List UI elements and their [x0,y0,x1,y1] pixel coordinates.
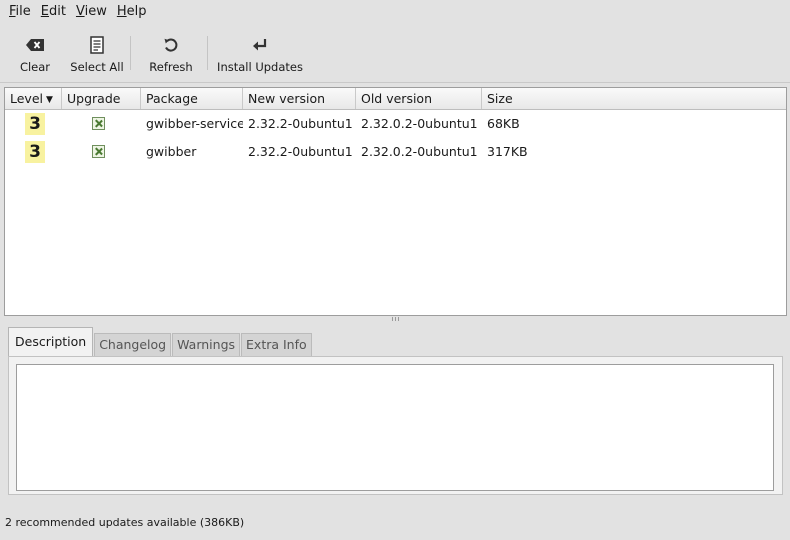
document-list-icon [86,34,108,56]
toolbar-divider [0,82,790,83]
column-header-upgrade[interactable]: Upgrade [62,88,141,109]
updates-list[interactable]: Level ▼ Upgrade Package New version Old v… [4,87,787,316]
package-name: gwibber [146,144,197,159]
refresh-button[interactable]: Refresh [141,28,201,80]
table-row[interactable]: 3 gwibber 2.32.2-0ubuntu1 2.32.0.2-0ubun… [5,138,786,166]
install-updates-button[interactable]: Install Updates [217,28,303,80]
tab-description[interactable]: Description [8,327,94,357]
menu-bar: File Edit View Help [0,0,790,24]
refresh-label: Refresh [149,60,193,74]
column-header-package[interactable]: Package [141,88,243,109]
backspace-icon [24,34,46,56]
status-text: 2 recommended updates available (386KB) [5,516,245,529]
description-textview[interactable] [16,364,774,491]
new-version: 2.32.2-0ubuntu1 [248,144,353,159]
package-name: gwibber-service [146,116,243,131]
menu-file[interactable]: File [4,0,36,24]
old-version: 2.32.0.2-0ubuntu1 [361,144,478,159]
column-header-new-version[interactable]: New version [243,88,356,109]
column-header-level[interactable]: Level ▼ [5,88,62,109]
column-header-size[interactable]: Size [482,88,786,109]
tab-changelog[interactable]: Changelog [94,333,172,357]
toolbar-separator [130,36,131,70]
select-all-label: Select All [70,60,124,74]
old-version: 2.32.0.2-0ubuntu1 [361,116,478,131]
menu-help[interactable]: Help [112,0,152,24]
pane-resize-handle[interactable] [392,317,399,322]
table-row[interactable]: 3 gwibber-service 2.32.2-0ubuntu1 2.32.0… [5,110,786,138]
upgrade-checkbox[interactable] [92,117,105,130]
refresh-icon [160,34,182,56]
details-tabs: Description Changelog Warnings Extra Inf… [8,327,313,357]
tab-warnings[interactable]: Warnings [172,333,241,357]
enter-arrow-icon [249,34,271,56]
install-updates-label: Install Updates [217,60,303,74]
level-badge: 3 [25,141,45,163]
tab-extra-info[interactable]: Extra Info [241,333,312,357]
package-size: 68KB [487,116,520,131]
package-size: 317KB [487,144,528,159]
clear-label: Clear [19,60,51,74]
sort-descending-icon: ▼ [46,95,53,105]
select-all-button[interactable]: Select All [70,28,124,80]
toolbar-separator [207,36,208,70]
menu-view[interactable]: View [71,0,112,24]
level-badge: 3 [25,113,45,135]
list-header: Level ▼ Upgrade Package New version Old v… [5,88,786,110]
upgrade-checkbox[interactable] [92,145,105,158]
clear-button[interactable]: Clear [18,28,52,80]
toolbar: Clear Select All Refresh Install Updates [0,28,790,80]
menu-edit[interactable]: Edit [36,0,71,24]
tab-panel [8,356,783,495]
column-header-old-version[interactable]: Old version [356,88,482,109]
new-version: 2.32.2-0ubuntu1 [248,116,353,131]
